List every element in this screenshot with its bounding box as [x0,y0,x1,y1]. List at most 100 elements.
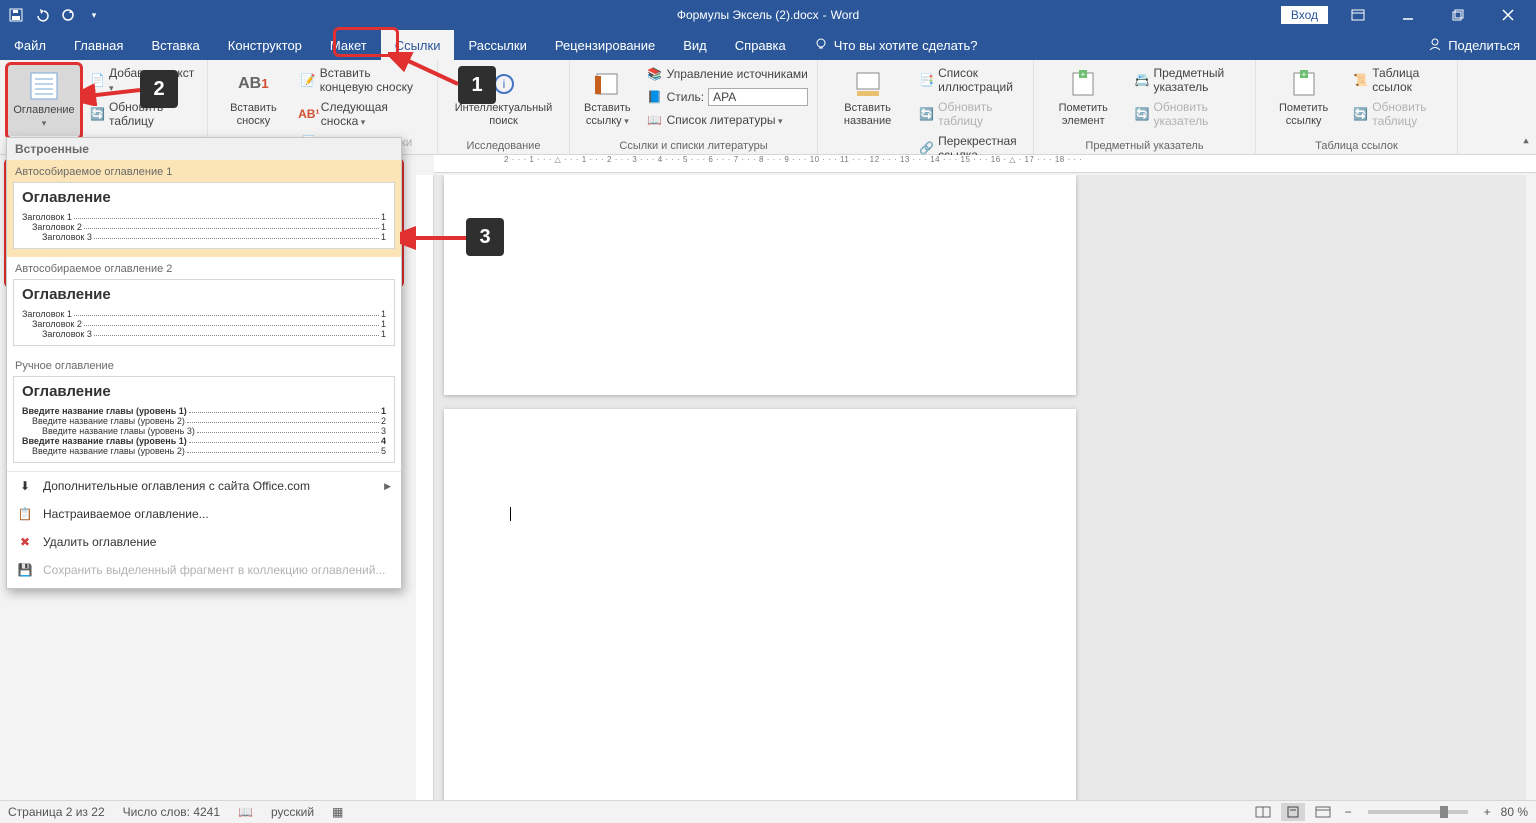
status-page[interactable]: Страница 2 из 22 [8,805,105,819]
figures-list-icon: 📑 [919,72,934,88]
group-citations: Вставить ссылку 📚 Управление источниками… [570,60,818,154]
custom-toc-icon: 📋 [17,506,33,522]
citation-style[interactable]: 📘 Стиль: APA [643,86,812,108]
gallery-header-builtin: Встроенные [7,138,401,160]
toc-button[interactable]: Оглавление [8,64,80,136]
maximize-button[interactable] [1438,0,1478,30]
minimize-button[interactable] [1388,0,1428,30]
insert-toa-button[interactable]: 📜 Таблица ссылок [1349,64,1449,96]
save-icon[interactable] [8,7,24,23]
page-number: 1 [1054,175,1060,177]
toc-icon [28,70,60,102]
toc-option-auto2[interactable]: Автособираемое оглавление 2 Оглавление З… [7,257,401,354]
annotation-badge-2: 2 [140,70,178,108]
toc-save-selection[interactable]: 💾 Сохранить выделенный фрагмент в коллек… [7,556,401,584]
insert-footnote-button[interactable]: AB1 Вставить сноску [216,64,291,131]
remove-toc-icon: ✖ [17,534,33,550]
toc-preview-line: Заголовок 11 [22,212,386,222]
style-select[interactable]: APA [708,88,808,106]
mark-index-entry-button[interactable]: + Пометить элемент [1042,64,1125,131]
qat-customize-icon[interactable]: ▾ [86,7,102,23]
toc-preview-line: Заголовок 21 [22,222,386,232]
horizontal-ruler: 2 · · · 1 · · · △ · · · 1 · · · 2 · · · … [434,155,1536,173]
ribbon-options-icon[interactable] [1338,0,1378,30]
tab-design[interactable]: Конструктор [214,30,316,60]
share-button[interactable]: Поделиться [1428,30,1536,60]
page-2[interactable] [444,409,1076,800]
svg-text:+: + [1081,70,1086,79]
figures-list-button[interactable]: 📑 Список иллюстраций [915,64,1025,96]
status-macro-icon[interactable]: ▦ [332,805,343,819]
toc-preview-line: Введите название главы (уровень 1)4 [22,436,386,446]
tell-me[interactable]: Что вы хотите сделать? [800,30,992,60]
app-name: Word [831,8,859,22]
tab-layout[interactable]: Макет [316,30,381,60]
update-index-button[interactable]: 🔄 Обновить указатель [1131,98,1247,130]
toc-remove[interactable]: ✖ Удалить оглавление [7,528,401,556]
bulb-icon [814,37,828,54]
toc-more-from-office[interactable]: ⬇ Дополнительные оглавления с сайта Offi… [7,472,401,500]
tab-insert[interactable]: Вставка [137,30,213,60]
tab-home[interactable]: Главная [60,30,137,60]
chevron-right-icon: ▶ [384,481,391,492]
bibliography-button[interactable]: 📖 Список литературы [643,110,812,130]
svg-text:i: i [502,77,505,91]
manage-sources-icon: 📚 [647,66,663,82]
zoom-slider[interactable] [1368,810,1468,814]
annotation-badge-1: 1 [458,66,496,104]
next-footnote-button[interactable]: AB¹ Следующая сноска [297,98,429,130]
view-read-mode[interactable] [1251,803,1275,821]
insert-caption-button[interactable]: Вставить название [826,64,909,131]
insert-index-button[interactable]: 📇 Предметный указатель [1131,64,1247,96]
page-1-bottom[interactable]: 1 [444,175,1076,395]
update-toa-button[interactable]: 🔄 Обновить таблицу [1349,98,1449,130]
window-title: Формулы Эксель (2).docx - Word [677,8,859,22]
annotation-badge-3: 3 [466,218,504,256]
tab-file[interactable]: Файл [0,30,60,60]
tab-view[interactable]: Вид [669,30,721,60]
redo-icon[interactable] [60,7,76,23]
undo-icon[interactable] [34,7,50,23]
vertical-ruler [416,175,434,800]
toc-preview-line: Заголовок 21 [22,319,386,329]
toc-preview-line: Заголовок 11 [22,309,386,319]
toc-preview-line: Введите название главы (уровень 2)5 [22,446,386,456]
status-words[interactable]: Число слов: 4241 [123,805,220,819]
tab-mailings[interactable]: Рассылки [454,30,540,60]
tab-help[interactable]: Справка [721,30,800,60]
tab-review[interactable]: Рецензирование [541,30,669,60]
next-footnote-icon: AB¹ [301,106,317,122]
toc-gallery-footer: ⬇ Дополнительные оглавления с сайта Offi… [7,471,401,584]
toc-option-manual[interactable]: Ручное оглавление Оглавление Введите наз… [7,354,401,471]
annotation-arrow-1 [388,52,466,92]
manage-sources-button[interactable]: 📚 Управление источниками [643,64,812,84]
group-captions: Вставить название 📑 Список иллюстраций 🔄… [818,60,1034,154]
toc-option-auto1[interactable]: Автособираемое оглавление 1 Оглавление З… [7,160,401,257]
zoom-level[interactable]: 80 % [1501,805,1528,819]
mark-citation-icon: + [1288,68,1320,100]
svg-text:+: + [1301,70,1306,79]
insert-citation-button[interactable]: Вставить ссылку [578,64,637,131]
collapse-ribbon-icon[interactable]: ⯅ [1522,137,1530,148]
toc-custom[interactable]: 📋 Настраиваемое оглавление... [7,500,401,528]
zoom-out-button[interactable]: − [1341,805,1356,819]
status-bar: Страница 2 из 22 Число слов: 4241 📖 русс… [0,800,1536,823]
sign-in-button[interactable]: Вход [1281,6,1328,24]
document-area[interactable]: 1 [434,175,1526,800]
status-proofing-icon[interactable]: 📖 [238,805,253,819]
close-button[interactable] [1488,0,1528,30]
status-language[interactable]: русский [271,805,314,819]
view-web-layout[interactable] [1311,803,1335,821]
citation-icon [591,68,623,100]
index-icon: 📇 [1135,72,1150,88]
mark-entry-icon: + [1067,68,1099,100]
toa-icon: 📜 [1353,72,1368,88]
update-figures-button[interactable]: 🔄 Обновить таблицу [915,98,1025,130]
zoom-in-button[interactable]: + [1480,805,1495,819]
quick-access-toolbar: ▾ [0,7,110,23]
refresh-icon: 🔄 [919,106,934,122]
view-print-layout[interactable] [1281,803,1305,821]
mark-citation-button[interactable]: + Пометить ссылку [1264,64,1343,131]
menu-bar: Файл Главная Вставка Конструктор Макет С… [0,30,1536,60]
style-icon: 📘 [647,89,663,105]
